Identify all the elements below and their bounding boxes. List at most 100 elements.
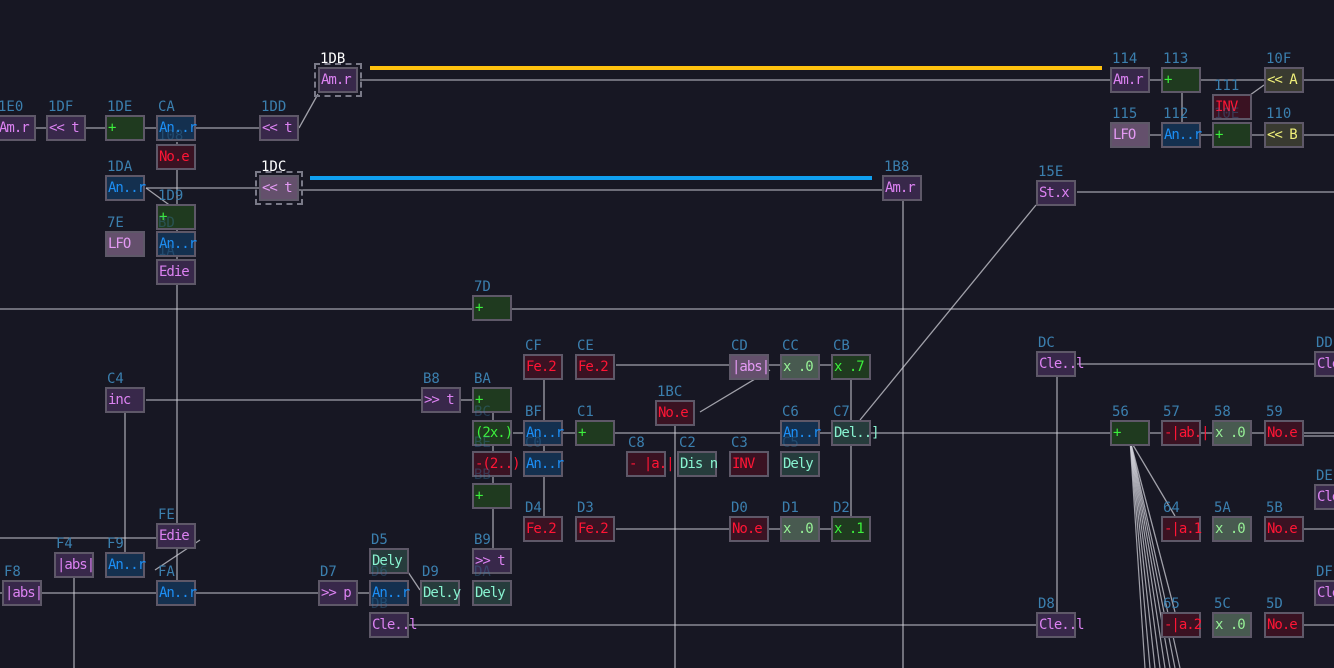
node-57[interactable]: 57 -|ab.|	[1161, 405, 1210, 446]
node-1b8[interactable]: 1B8 Am.r	[882, 160, 922, 201]
node-cf[interactable]: CF Fe.2	[523, 339, 563, 380]
node-id-label: C2	[679, 435, 696, 451]
node-id-label: 113	[1163, 51, 1189, 67]
node-7e[interactable]: 7E LFO	[105, 216, 145, 257]
node-id-label: 1D9	[158, 188, 184, 204]
node-108[interactable]: 108 No.e	[156, 129, 196, 170]
node-d4[interactable]: D4 Fe.2	[523, 501, 563, 542]
node-title: Del.y	[423, 585, 461, 601]
node-id-label: C7	[833, 404, 850, 420]
node-d3[interactable]: D3 Fe.2	[575, 501, 615, 542]
node-id-label: DA	[474, 564, 491, 580]
node-5a[interactable]: 5A x .0	[1212, 501, 1252, 542]
node-64[interactable]: 64 -|a.1	[1161, 501, 1202, 542]
node-d7[interactable]: D7 >> p	[318, 565, 358, 606]
node-id-label: 56	[1112, 404, 1129, 420]
node-c1[interactable]: C1 +	[575, 405, 615, 446]
node-id-label: D4	[525, 500, 542, 516]
node-1db[interactable]: 1DB Am.r	[314, 52, 362, 97]
node-id-label: 1DB	[320, 51, 346, 67]
node-112[interactable]: 112 An..r	[1161, 107, 1202, 148]
node-id-label: 7D	[474, 279, 491, 295]
node-title: Del..]	[834, 425, 880, 441]
node-title: +	[578, 425, 587, 441]
node-1de[interactable]: 1DE +	[105, 100, 145, 141]
node-title: LFO	[1113, 127, 1136, 143]
node-id-label: 59	[1266, 404, 1283, 420]
node-title: x .0	[1215, 425, 1246, 441]
node-id-label: CD	[731, 338, 748, 354]
node-cd[interactable]: CD |abs|	[729, 339, 770, 380]
node-c4[interactable]: C4 inc	[105, 372, 145, 413]
node-id-label: FE	[158, 507, 175, 523]
node-title: >> p	[321, 585, 352, 601]
node-c7[interactable]: C7 Del..]	[831, 405, 880, 446]
node-10f[interactable]: 10F << A	[1264, 52, 1304, 93]
node-110[interactable]: 110 << B	[1264, 107, 1304, 148]
node-id-label: 15E	[1038, 164, 1064, 180]
node-dc[interactable]: DC Cle..l	[1036, 336, 1085, 377]
node-dd[interactable]: DD Cle	[1314, 336, 1334, 377]
node-id-label: D8	[1038, 596, 1055, 612]
node-fa[interactable]: FA An..r	[156, 565, 197, 606]
node-1a[interactable]: 1A Edie	[156, 244, 196, 285]
node-id-label: BD	[158, 215, 175, 231]
node-bb[interactable]: BB +	[472, 468, 512, 509]
node-c2[interactable]: C2 Dis n	[677, 436, 718, 477]
node-1da[interactable]: 1DA An..r	[105, 160, 146, 201]
node-5c[interactable]: 5C x .0	[1212, 597, 1252, 638]
node-113[interactable]: 113 +	[1161, 52, 1201, 93]
node-5d[interactable]: 5D No.e	[1264, 597, 1304, 638]
node-d8[interactable]: D8 Cle..l	[1036, 597, 1085, 638]
node-d1[interactable]: D1 x .0	[780, 501, 820, 542]
node-db[interactable]: DB Cle..l	[369, 597, 418, 638]
node-59[interactable]: 59 No.e	[1264, 405, 1304, 446]
node-d0[interactable]: D0 No.e	[729, 501, 769, 542]
node-c8[interactable]: C8 - |a.|	[626, 436, 675, 477]
node-id-label: 5B	[1266, 500, 1283, 516]
node-115[interactable]: 115 LFO	[1110, 107, 1150, 148]
node-10e[interactable]: 10E +	[1212, 107, 1252, 148]
node-id-label: 1BC	[657, 384, 683, 400]
node-title: x .7	[834, 359, 865, 375]
node-c5[interactable]: C5 Dely	[780, 436, 820, 477]
node-1bc[interactable]: 1BC No.e	[655, 385, 695, 426]
node-title: Cle..l	[1039, 617, 1085, 633]
node-da[interactable]: DA Dely	[472, 565, 512, 606]
node-f9[interactable]: F9 An..r	[105, 537, 146, 578]
node-114[interactable]: 114 Am.r	[1110, 52, 1150, 93]
node-cb[interactable]: CB x .7	[831, 339, 871, 380]
node-cc[interactable]: CC x .0	[780, 339, 820, 380]
node-58[interactable]: 58 x .0	[1212, 405, 1252, 446]
node-5b[interactable]: 5B No.e	[1264, 501, 1304, 542]
node-b8[interactable]: B8 >> t	[421, 372, 461, 413]
node-1e0[interactable]: 1E0 Am.r	[0, 100, 36, 141]
node-f8[interactable]: F8 |abs|	[2, 565, 43, 606]
node-d2[interactable]: D2 x .1	[831, 501, 871, 542]
node-1df[interactable]: 1DF << t	[46, 100, 86, 141]
node-id-label: 1DD	[261, 99, 287, 115]
node-1dc[interactable]: 1DC << t	[255, 160, 303, 205]
node-title: Am.r	[885, 180, 916, 196]
node-fe[interactable]: FE Edie	[156, 508, 196, 549]
node-id-label: DD	[1316, 335, 1333, 351]
node-df[interactable]: DF Cle	[1314, 565, 1334, 606]
node-c0[interactable]: C0 An..r	[523, 436, 564, 477]
node-1dd[interactable]: 1DD << t	[259, 100, 299, 141]
node-id-label: 1DE	[107, 99, 133, 115]
node-title: +	[1215, 127, 1224, 143]
node-de[interactable]: DE Cle	[1314, 469, 1334, 510]
node-c3[interactable]: C3 INV	[729, 436, 769, 477]
node-id-label: BC	[474, 404, 491, 420]
node-7d[interactable]: 7D +	[472, 280, 512, 321]
node-title: Cle	[1317, 585, 1334, 601]
node-ce[interactable]: CE Fe.2	[575, 339, 615, 380]
node-56[interactable]: 56 +	[1110, 405, 1150, 446]
node-65[interactable]: 65 -|a.2	[1161, 597, 1202, 638]
node-title: No.e	[732, 521, 763, 537]
node-title: Dely	[475, 585, 506, 601]
node-title: No.e	[1267, 617, 1298, 633]
node-15e[interactable]: 15E St.x	[1036, 165, 1076, 206]
node-f4[interactable]: F4 |abs|	[54, 537, 95, 578]
node-d9[interactable]: D9 Del.y	[420, 565, 461, 606]
